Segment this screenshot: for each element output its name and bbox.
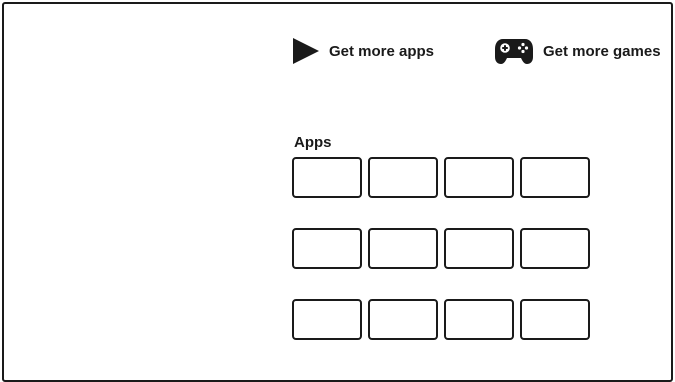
apps-grid	[292, 157, 590, 340]
app-tile[interactable]	[368, 228, 438, 269]
app-tile[interactable]	[292, 228, 362, 269]
app-tile[interactable]	[368, 299, 438, 340]
get-more-games-link[interactable]: Get more games	[494, 37, 661, 65]
app-tile[interactable]	[368, 157, 438, 198]
get-more-games-label: Get more games	[543, 42, 661, 60]
play-triangle-icon	[293, 38, 319, 64]
app-tile[interactable]	[444, 228, 514, 269]
get-more-apps-label: Get more apps	[329, 42, 435, 60]
app-tile[interactable]	[444, 299, 514, 340]
app-tile[interactable]	[520, 157, 590, 198]
app-tile[interactable]	[292, 157, 362, 198]
app-tile[interactable]	[292, 299, 362, 340]
app-tile[interactable]	[444, 157, 514, 198]
apps-section-title: Apps	[294, 134, 332, 151]
get-more-apps-link[interactable]: Get more apps	[292, 38, 434, 64]
app-tile[interactable]	[520, 228, 590, 269]
gamepad-icon	[495, 39, 533, 64]
app-tile[interactable]	[520, 299, 590, 340]
